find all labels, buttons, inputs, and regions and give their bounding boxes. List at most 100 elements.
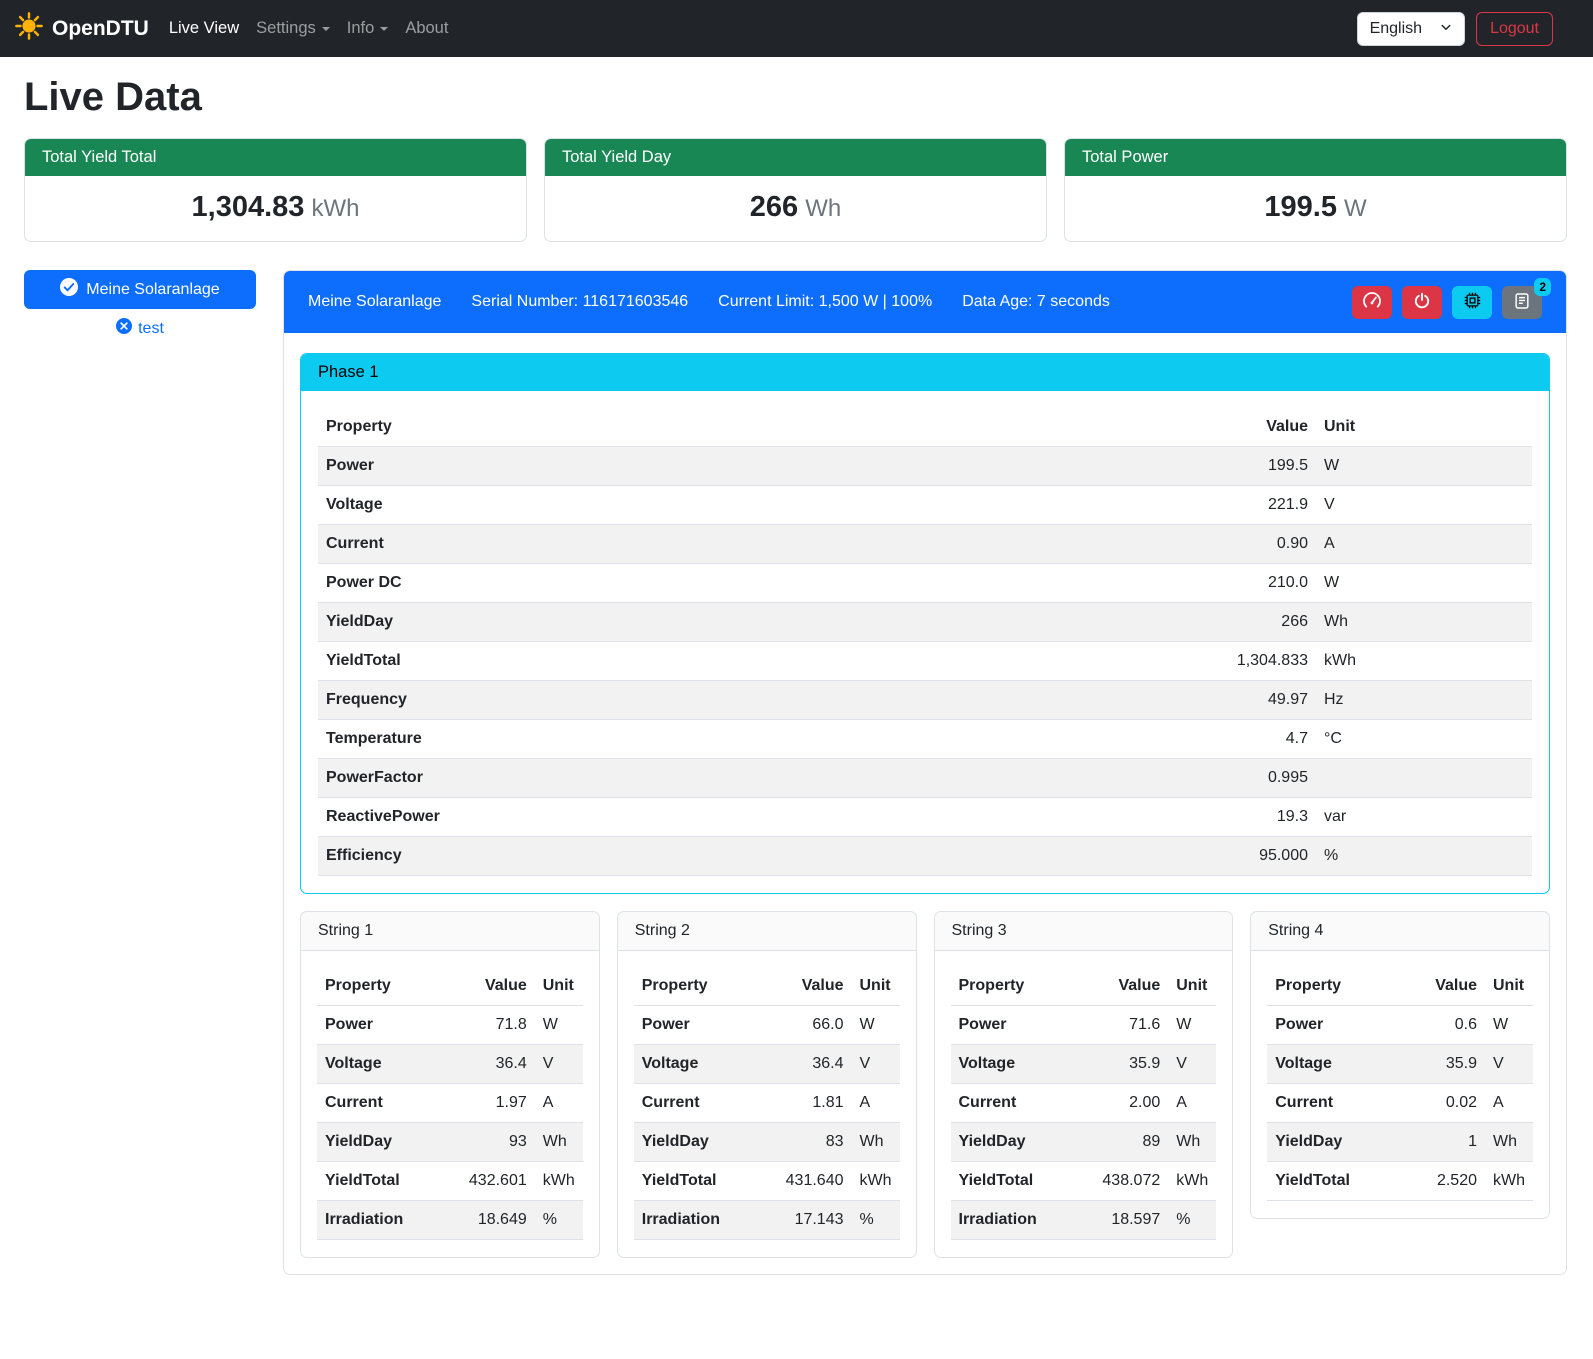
summary-card-value: 199.5: [1264, 191, 1337, 223]
cpu-icon: [1463, 291, 1482, 313]
string-table: Property Value Unit Power: [951, 967, 1217, 1240]
row-property: YieldTotal: [318, 642, 1186, 681]
summary-cards-row: Total Yield Total 1,304.83kWh Total Yiel…: [24, 138, 1567, 242]
nav-item-info[interactable]: Info: [347, 19, 389, 38]
column-unit: Unit: [1316, 408, 1532, 447]
column-property: Property: [634, 967, 774, 1006]
phase-body: Property Value Unit Power: [301, 391, 1549, 893]
column-unit: Unit: [852, 967, 900, 1006]
main-content: Live Data Total Yield Total 1,304.83kWh …: [0, 57, 1593, 1301]
table-row: ReactivePower 19.3 var: [318, 798, 1532, 837]
row-unit: W: [1168, 1006, 1216, 1045]
row-value: 89: [1090, 1123, 1168, 1162]
row-unit: A: [1316, 525, 1532, 564]
row-property: Voltage: [634, 1045, 774, 1084]
row-unit: kWh: [1168, 1162, 1216, 1201]
string-card-2: String 2 Property Value Unit: [617, 911, 917, 1258]
logout-button[interactable]: Logout: [1476, 12, 1553, 46]
summary-card-body: 266Wh: [545, 176, 1046, 241]
row-value: 2.520: [1407, 1162, 1485, 1201]
inverter-panel-header: Meine Solaranlage Serial Number: 1161716…: [284, 271, 1566, 333]
string-card-1: String 1 Property Value Unit: [300, 911, 600, 1258]
row-value: 19.3: [1186, 798, 1316, 837]
nav-item-label: Settings: [256, 19, 316, 38]
row-unit: kWh: [852, 1162, 900, 1201]
row-value: 210.0: [1186, 564, 1316, 603]
row-property: Power: [634, 1006, 774, 1045]
inverter-panel-body: Phase 1 Property Value Unit: [284, 333, 1566, 1274]
table-row: Power 199.5 W: [318, 447, 1532, 486]
row-unit: V: [1316, 486, 1532, 525]
column-property: Property: [951, 967, 1091, 1006]
row-value: 71.8: [457, 1006, 535, 1045]
table-row: Frequency 49.97 Hz: [318, 681, 1532, 720]
row-property: Frequency: [318, 681, 1186, 720]
row-value: 221.9: [1186, 486, 1316, 525]
table-row: Irradiation 18.597 %: [951, 1201, 1217, 1240]
string-title: String 3: [935, 912, 1233, 951]
table-row: YieldDay 83 Wh: [634, 1123, 900, 1162]
chevron-down-icon: [1440, 20, 1452, 38]
row-property: Irradiation: [951, 1201, 1091, 1240]
table-row: Current 0.90 A: [318, 525, 1532, 564]
summary-card-unit: kWh: [311, 195, 359, 222]
row-property: YieldTotal: [1267, 1162, 1407, 1201]
row-value: 2.00: [1090, 1084, 1168, 1123]
table-row: YieldTotal 438.072 kWh: [951, 1162, 1217, 1201]
table-header-row: Property Value Unit: [951, 967, 1217, 1006]
row-unit: Wh: [1168, 1123, 1216, 1162]
row-unit: W: [852, 1006, 900, 1045]
row-property: Current: [634, 1084, 774, 1123]
row-value: 1.97: [457, 1084, 535, 1123]
row-unit: W: [535, 1006, 583, 1045]
table-row: Current 1.97 A: [317, 1084, 583, 1123]
row-property: Voltage: [951, 1045, 1091, 1084]
row-unit: W: [1485, 1006, 1533, 1045]
x-circle-icon: [116, 318, 132, 339]
row-property: YieldDay: [1267, 1123, 1407, 1162]
limit-settings-button[interactable]: [1352, 286, 1392, 319]
row-property: YieldDay: [634, 1123, 774, 1162]
device-info-button[interactable]: [1452, 286, 1492, 319]
row-value: 83: [774, 1123, 852, 1162]
column-value: Value: [774, 967, 852, 1006]
row-unit: A: [535, 1084, 583, 1123]
inverter-select-button[interactable]: Meine Solaranlage: [24, 270, 256, 309]
event-log-button[interactable]: 2: [1502, 286, 1542, 319]
row-property: PowerFactor: [318, 759, 1186, 798]
inverter-test-button[interactable]: test: [116, 318, 164, 339]
nav-item-about[interactable]: About: [405, 19, 448, 38]
table-row: Power DC 210.0 W: [318, 564, 1532, 603]
caret-down-icon: [322, 27, 330, 31]
string-body: Property Value Unit Power: [301, 951, 599, 1257]
navbar-right: English Logout: [1357, 12, 1553, 46]
power-button[interactable]: [1402, 286, 1442, 319]
summary-card-body: 1,304.83kWh: [25, 176, 526, 241]
nav-item-settings[interactable]: Settings: [256, 19, 330, 38]
row-property: Current: [951, 1084, 1091, 1123]
panel-serial-number: Serial Number: 116171603546: [471, 293, 688, 311]
string-table: Property Value Unit Power: [1267, 967, 1533, 1201]
table-row: Current 1.81 A: [634, 1084, 900, 1123]
string-table: Property Value Unit Power: [634, 967, 900, 1240]
panel-action-buttons: 2: [1352, 286, 1542, 319]
row-unit: W: [1316, 447, 1532, 486]
table-row: YieldDay 93 Wh: [317, 1123, 583, 1162]
nav-item-live-view[interactable]: Live View: [169, 19, 239, 38]
string-card-4: String 4 Property Value Unit: [1250, 911, 1550, 1219]
row-property: YieldDay: [317, 1123, 457, 1162]
navbar: OpenDTU Live View Settings Info About En…: [0, 0, 1593, 57]
row-unit: A: [852, 1084, 900, 1123]
summary-card-title: Total Yield Total: [25, 139, 526, 176]
brand[interactable]: OpenDTU: [14, 11, 149, 47]
journal-text-icon: [1513, 292, 1531, 313]
row-value: 0.02: [1407, 1084, 1485, 1123]
table-row: Efficiency 95.000 %: [318, 837, 1532, 876]
caret-down-icon: [380, 27, 388, 31]
table-row: Irradiation 18.649 %: [317, 1201, 583, 1240]
row-unit: var: [1316, 798, 1532, 837]
language-select[interactable]: English: [1357, 12, 1465, 46]
row-value: 0.6: [1407, 1006, 1485, 1045]
row-property: Current: [318, 525, 1186, 564]
row-unit: Wh: [1316, 603, 1532, 642]
